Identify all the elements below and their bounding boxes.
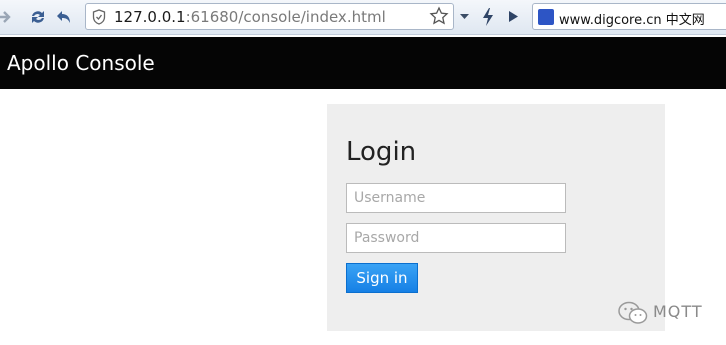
search-engine-icon — [538, 9, 554, 25]
browser-toolbar: 127.0.0.1:61680/console/index.html www.d… — [0, 0, 726, 35]
forward-icon[interactable] — [0, 7, 14, 27]
watermark-text: MQTT — [653, 302, 703, 321]
bookmark-star-icon[interactable] — [429, 6, 449, 26]
login-panel: Login Sign in — [327, 104, 665, 331]
search-box[interactable]: www.digcore.cn 中文网 — [532, 3, 726, 30]
lightning-icon[interactable] — [477, 3, 499, 30]
search-input-value: www.digcore.cn 中文网 — [559, 13, 705, 28]
shield-icon — [92, 9, 106, 25]
dropdown-arrow-icon[interactable] — [455, 3, 474, 30]
app-title[interactable]: Apollo Console — [7, 51, 155, 75]
wechat-icon — [618, 301, 648, 324]
refresh-icon[interactable] — [28, 7, 48, 27]
password-input[interactable] — [346, 223, 566, 253]
url-host: 127.0.0.1 — [114, 8, 186, 26]
url-text: 127.0.0.1:61680/console/index.html — [114, 8, 386, 26]
sign-in-button[interactable]: Sign in — [346, 263, 418, 293]
play-icon[interactable] — [502, 3, 524, 30]
login-heading: Login — [346, 137, 417, 167]
undo-icon[interactable] — [54, 7, 74, 27]
app-header: Apollo Console — [0, 37, 726, 89]
url-path: :61680/console/index.html — [185, 8, 386, 26]
username-input[interactable] — [346, 183, 566, 213]
address-bar[interactable]: 127.0.0.1:61680/console/index.html — [85, 3, 454, 30]
